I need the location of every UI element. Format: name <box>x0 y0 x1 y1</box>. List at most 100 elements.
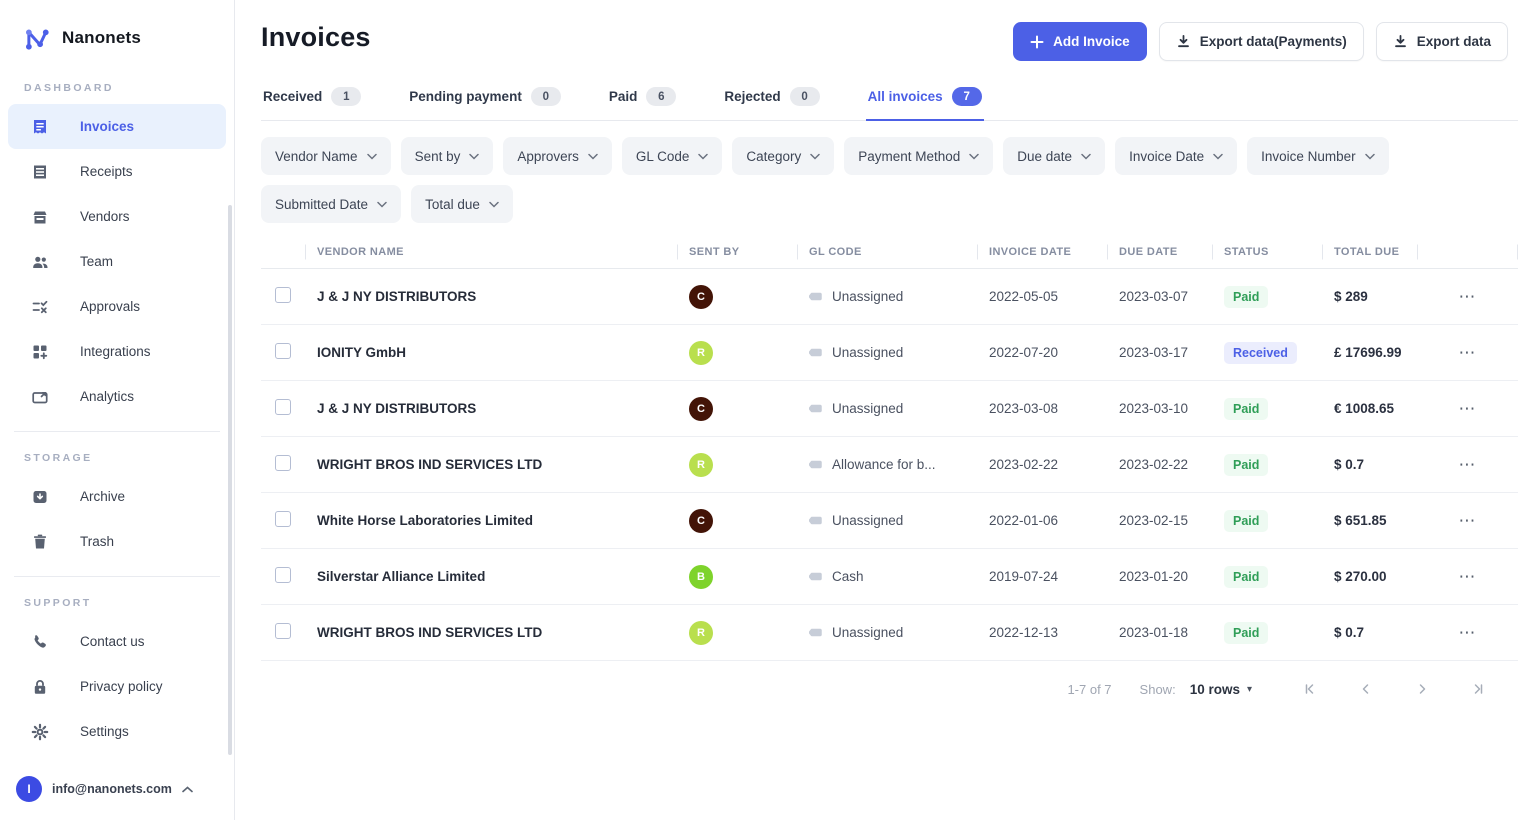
filter-due-date[interactable]: Due date <box>1003 137 1106 175</box>
rows-per-page-select[interactable]: 10 rows ▾ <box>1190 682 1252 697</box>
row-menu-icon[interactable]: ⋯ <box>1459 287 1477 306</box>
sidebar-item-settings[interactable]: Settings <box>8 709 226 754</box>
row-checkbox[interactable] <box>275 287 291 303</box>
filter-label: Invoice Number <box>1261 148 1356 164</box>
sidebar-item-integrations[interactable]: Integrations <box>8 329 226 374</box>
tab-paid[interactable]: Paid 6 <box>607 87 679 121</box>
sidebar-item-analytics[interactable]: Analytics <box>8 374 226 419</box>
invoices-icon <box>30 117 50 137</box>
next-page-button[interactable] <box>1394 677 1450 701</box>
sidebar-item-vendors[interactable]: Vendors <box>8 194 226 239</box>
filter-total-due[interactable]: Total due <box>411 185 513 223</box>
main-content: Invoices Add Invoice Export data(Payment… <box>235 0 1536 820</box>
sidebar-item-label: Receipts <box>80 164 133 179</box>
row-checkbox[interactable] <box>275 399 291 415</box>
export-data-label: Export data <box>1416 34 1491 49</box>
account-menu[interactable]: I info@nanonets.com <box>0 762 234 820</box>
row-checkbox[interactable] <box>275 623 291 639</box>
first-page-button[interactable] <box>1282 677 1338 701</box>
sidebar: Nanonets DASHBOARD Invoices Receipts Ven… <box>0 0 235 820</box>
vendor-name[interactable]: WRIGHT BROS IND SERVICES LTD <box>305 625 677 640</box>
row-menu-icon[interactable]: ⋯ <box>1459 567 1477 586</box>
vendor-name[interactable]: J & J NY DISTRIBUTORS <box>305 401 677 416</box>
sidebar-item-approvals[interactable]: Approvals <box>8 284 226 329</box>
vendor-name[interactable]: WRIGHT BROS IND SERVICES LTD <box>305 457 677 472</box>
due-date: 2023-01-18 <box>1119 625 1189 640</box>
export-data-button[interactable]: Export data <box>1375 22 1508 61</box>
row-checkbox[interactable] <box>275 511 291 527</box>
filter-gl-code[interactable]: GL Code <box>621 137 723 175</box>
sender-avatar: B <box>689 564 713 589</box>
prev-page-button[interactable] <box>1338 677 1394 701</box>
row-checkbox[interactable] <box>275 567 291 583</box>
sidebar-scrollbar[interactable] <box>228 205 232 755</box>
sidebar-item-team[interactable]: Team <box>8 239 226 284</box>
vendor-name[interactable]: J & J NY DISTRIBUTORS <box>305 289 677 304</box>
chevron-down-icon <box>489 201 499 208</box>
sidebar-item-archive[interactable]: Archive <box>8 474 226 519</box>
row-menu-icon[interactable]: ⋯ <box>1459 623 1477 642</box>
row-checkbox[interactable] <box>275 343 291 359</box>
total-due: $ 270.00 <box>1334 569 1387 584</box>
tab-rejected[interactable]: Rejected 0 <box>722 87 821 121</box>
chevron-down-icon <box>1364 153 1375 160</box>
filter-submitted-date[interactable]: Submitted Date <box>261 185 402 223</box>
tab-count-badge: 1 <box>331 87 362 106</box>
tab-received[interactable]: Received 1 <box>261 87 363 121</box>
total-due: € 1008.65 <box>1334 401 1395 416</box>
filter-approvers[interactable]: Approvers <box>503 137 612 175</box>
filter-label: Total due <box>425 196 480 212</box>
sidebar-item-label: Vendors <box>80 209 130 224</box>
vendor-name[interactable]: Silverstar Alliance Limited <box>305 569 677 584</box>
total-due: $ 651.85 <box>1334 513 1387 528</box>
row-menu-icon[interactable]: ⋯ <box>1459 343 1477 362</box>
header-checkbox-column <box>261 235 305 268</box>
header-total-due: TOTAL DUE <box>1322 235 1417 268</box>
filter-vendor-name[interactable]: Vendor Name <box>261 137 391 175</box>
chevron-down-icon <box>969 153 980 160</box>
last-page-button[interactable] <box>1450 677 1506 701</box>
tab-count-badge: 6 <box>646 87 677 106</box>
filter-sent-by[interactable]: Sent by <box>400 137 494 175</box>
sidebar-item-receipts[interactable]: Receipts <box>8 149 226 194</box>
receipts-icon <box>30 162 50 182</box>
tab-label: Rejected <box>724 89 781 104</box>
sidebar-item-contact-us[interactable]: Contact us <box>8 619 226 664</box>
gl-code-value: Unassigned <box>832 345 904 360</box>
tab-all-invoices[interactable]: All invoices 7 <box>865 87 984 121</box>
sidebar-item-trash[interactable]: Trash <box>8 519 226 564</box>
export-data-payments-button[interactable]: Export data(Payments) <box>1158 22 1364 61</box>
row-checkbox[interactable] <box>275 455 291 471</box>
filter-invoice-number[interactable]: Invoice Number <box>1247 137 1389 175</box>
invoice-date: 2023-03-08 <box>989 401 1059 416</box>
tab-pending-payment[interactable]: Pending payment 0 <box>407 87 563 121</box>
team-icon <box>30 252 50 272</box>
sidebar-item-label: Integrations <box>80 344 151 359</box>
filter-invoice-date[interactable]: Invoice Date <box>1115 137 1238 175</box>
tab-bar: Received 1 Pending payment 0 Paid 6 Reje… <box>261 87 1518 121</box>
header-invoice-date: INVOICE DATE <box>977 235 1107 268</box>
row-menu-icon[interactable]: ⋯ <box>1459 511 1477 530</box>
vendor-name[interactable]: IONITY GmbH <box>305 345 677 360</box>
sidebar-item-privacy-policy[interactable]: Privacy policy <box>8 664 226 709</box>
section-title-storage: STORAGE <box>24 452 93 464</box>
filter-category[interactable]: Category <box>732 137 835 175</box>
brand: Nanonets <box>0 0 234 58</box>
tag-icon <box>809 628 822 637</box>
status-badge: Paid <box>1224 509 1269 532</box>
filter-payment-method[interactable]: Payment Method <box>844 137 994 175</box>
row-menu-icon[interactable]: ⋯ <box>1459 399 1477 418</box>
tab-label: All invoices <box>867 89 943 104</box>
vendor-name[interactable]: White Horse Laboratories Limited <box>305 513 677 528</box>
filter-bar: Vendor Name Sent by Approvers GL Code Ca… <box>235 121 1536 223</box>
sidebar-divider <box>14 431 220 432</box>
gl-code-value: Allowance for b... <box>832 457 936 472</box>
sidebar-item-invoices[interactable]: Invoices <box>8 104 226 149</box>
app-window: Nanonets DASHBOARD Invoices Receipts Ven… <box>0 0 1536 820</box>
add-invoice-button[interactable]: Add Invoice <box>1013 22 1147 61</box>
download-icon <box>1177 34 1189 48</box>
account-email: info@nanonets.com <box>52 782 172 796</box>
archive-icon <box>30 487 50 507</box>
row-menu-icon[interactable]: ⋯ <box>1459 455 1477 474</box>
sidebar-item-label: Approvals <box>80 299 141 314</box>
